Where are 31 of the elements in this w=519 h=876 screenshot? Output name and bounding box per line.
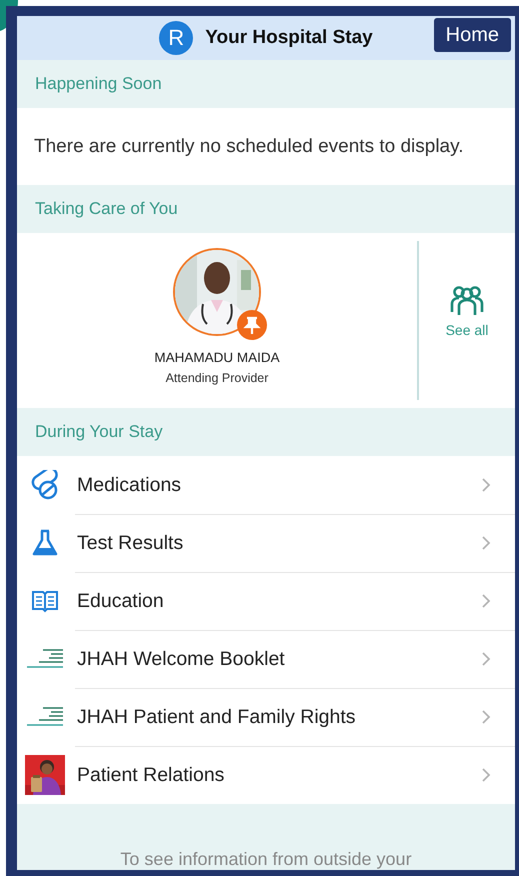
chevron-icon	[481, 651, 491, 667]
striped-logo-icon	[25, 648, 65, 670]
chevron-icon	[481, 535, 491, 551]
info-text: To see information from outside your	[120, 849, 412, 870]
chevron-icon	[481, 767, 491, 783]
list-item[interactable]: JHAH Patient and Family Rights	[17, 688, 515, 746]
item-label: Patient Relations	[77, 764, 226, 786]
provider-role: Attending Provider	[166, 371, 268, 385]
list-item[interactable]: Patient Relations	[17, 746, 515, 804]
list-item[interactable]: Medications	[17, 456, 515, 514]
chevron-icon	[481, 593, 491, 609]
item-label: Medications	[77, 474, 182, 496]
group-icon	[450, 284, 484, 316]
chevron-icon	[481, 709, 491, 725]
item-label: JHAH Welcome Booklet	[77, 648, 286, 670]
list-item[interactable]: Test Results	[17, 514, 515, 572]
striped-logo-icon	[25, 706, 65, 728]
item-label: Education	[77, 590, 165, 612]
home-button[interactable]: Home	[434, 18, 511, 52]
list-item[interactable]: Education	[17, 572, 515, 630]
list-item[interactable]: JHAH Welcome Booklet	[17, 630, 515, 688]
chevron-icon	[481, 477, 491, 493]
item-label: Test Results	[77, 532, 184, 554]
empty-message: There are currently no scheduled events to display.	[17, 108, 515, 185]
book-icon	[31, 589, 59, 613]
provider-name: MAHAMADU MAIDA	[154, 350, 280, 365]
flask-icon	[32, 529, 58, 557]
avatar: R	[159, 21, 194, 55]
page-title: Your Hospital Stay	[205, 27, 373, 49]
item-label: JHAH Patient and Family Rights	[77, 706, 357, 728]
pin-icon[interactable]	[237, 310, 267, 340]
